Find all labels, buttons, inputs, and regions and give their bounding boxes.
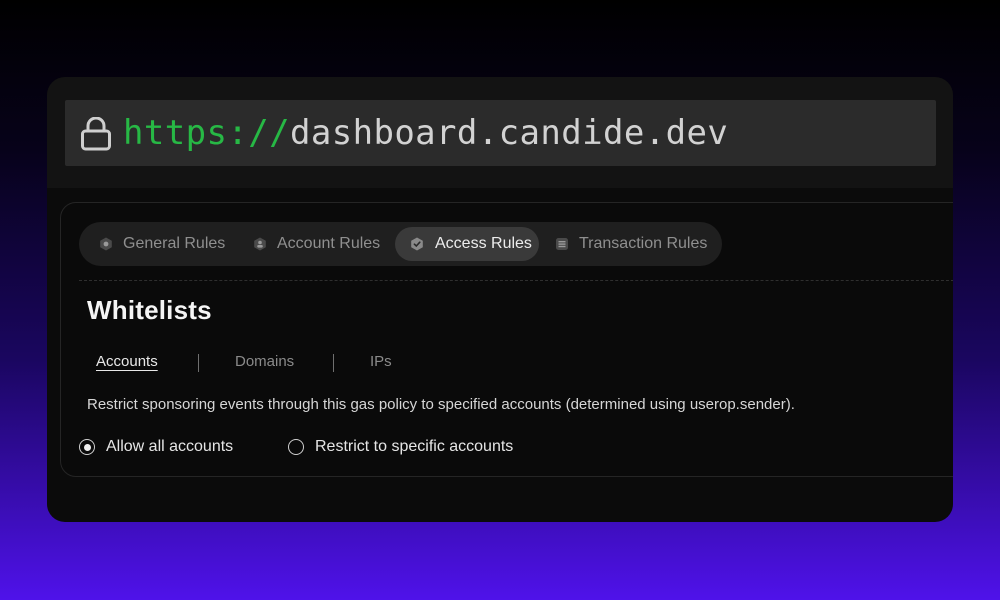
tab-account-rules[interactable]: Account Rules — [251, 227, 391, 261]
section-title: Whitelists — [87, 295, 212, 325]
browser-toolbar: https://dashboard.candide.dev — [47, 77, 953, 188]
address-bar[interactable]: https://dashboard.candide.dev — [65, 100, 936, 166]
subtab-accounts[interactable]: Accounts — [96, 353, 158, 370]
radio-button[interactable] — [288, 439, 304, 455]
list-icon — [556, 238, 568, 250]
url-scheme: https:// — [123, 113, 290, 153]
section-divider — [79, 280, 953, 281]
tab-label: Access Rules — [435, 235, 532, 252]
tab-label: Account Rules — [277, 235, 381, 252]
option-allow-all-accounts[interactable]: Allow all accounts — [79, 437, 249, 459]
lock-icon — [81, 117, 111, 151]
hexagon-icon — [100, 237, 112, 251]
check-shield-icon — [411, 237, 423, 251]
subtab-ips[interactable]: IPs — [370, 353, 392, 370]
subtab-separator — [333, 354, 334, 372]
url-text[interactable]: https://dashboard.candide.dev — [123, 110, 728, 156]
tab-label: Transaction Rules — [579, 235, 708, 252]
radio-dot — [83, 443, 91, 451]
tab-general-rules[interactable]: General Rules — [97, 227, 227, 261]
section-description: Restrict sponsoring events through this … — [87, 396, 795, 413]
tab-label: General Rules — [123, 235, 226, 252]
gas-policy-panel: General Rules Account Rules Access Rules — [60, 202, 953, 477]
radio-button-selected[interactable] — [79, 439, 95, 455]
subtab-separator — [198, 354, 199, 372]
tab-access-rules[interactable]: Access Rules — [395, 227, 539, 261]
option-label: Allow all accounts — [106, 438, 234, 455]
url-host: dashboard.candide.dev — [289, 113, 729, 153]
option-restrict-specific-accounts[interactable]: Restrict to specific accounts — [288, 437, 528, 459]
user-shield-icon — [254, 237, 266, 251]
browser-window: https://dashboard.candide.dev General Ru… — [47, 77, 953, 522]
subtab-domains[interactable]: Domains — [235, 353, 294, 370]
tab-transaction-rules[interactable]: Transaction Rules — [553, 227, 713, 261]
rule-tabs: General Rules Account Rules Access Rules — [79, 222, 722, 266]
option-label: Restrict to specific accounts — [315, 438, 514, 455]
